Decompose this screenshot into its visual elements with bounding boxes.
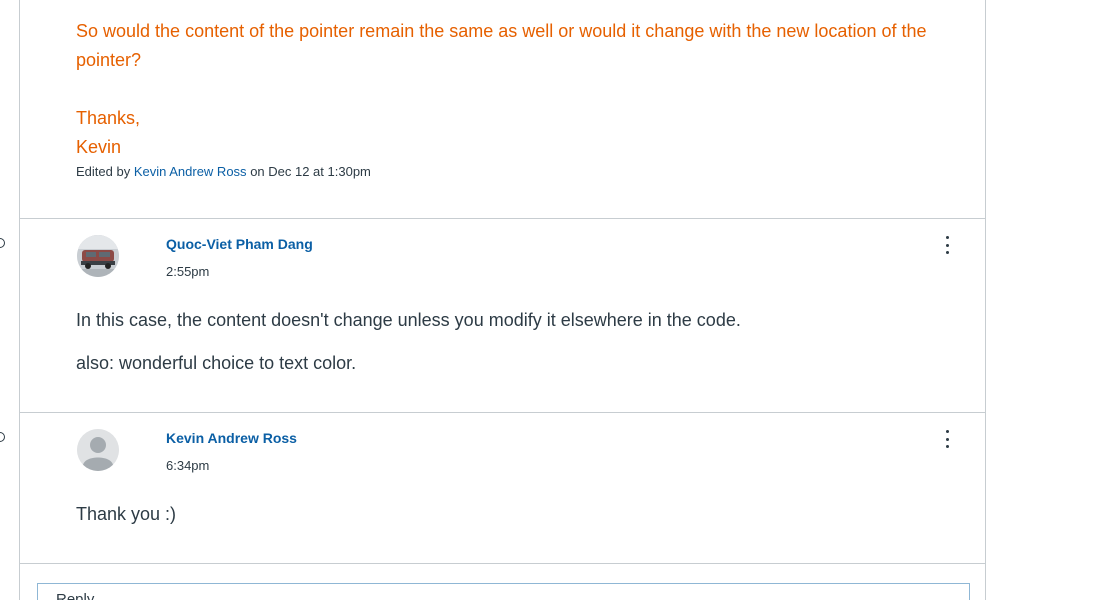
post-body-question: So would the content of the pointer rema… bbox=[76, 21, 927, 70]
avatar[interactable] bbox=[77, 235, 119, 277]
discussion-thread: So would the content of the pointer rema… bbox=[19, 0, 986, 600]
reply-input[interactable]: Reply bbox=[37, 583, 970, 600]
reply-timestamp: 6:34pm bbox=[166, 458, 210, 473]
reply-timestamp: 2:55pm bbox=[166, 264, 210, 279]
edited-suffix: on Dec 12 at 1:30pm bbox=[250, 164, 371, 179]
person-icon bbox=[77, 429, 119, 471]
reply-label: Reply bbox=[56, 591, 95, 600]
user-photo-icon bbox=[77, 235, 119, 277]
discussion-page: So would the content of the pointer rema… bbox=[0, 0, 1095, 600]
reply-author-link[interactable]: Kevin Andrew Ross bbox=[166, 430, 297, 446]
reply-divider bbox=[20, 563, 986, 564]
edited-note: Edited by Kevin Andrew Ross on Dec 12 at… bbox=[76, 164, 371, 179]
reply-divider bbox=[20, 412, 986, 413]
avatar[interactable] bbox=[77, 429, 119, 471]
post-body-signature: Kevin bbox=[76, 137, 122, 157]
thread-toggle-icon[interactable] bbox=[0, 432, 5, 442]
post-body-signoff: Thanks, bbox=[76, 108, 141, 128]
reply-body-paragraph: Thank you :) bbox=[76, 504, 177, 524]
reply-divider bbox=[20, 218, 986, 219]
more-options-icon[interactable] bbox=[941, 234, 953, 256]
thread-toggle-icon[interactable] bbox=[0, 238, 5, 248]
edited-author-link[interactable]: Kevin Andrew Ross bbox=[134, 164, 247, 179]
reply-author-link[interactable]: Quoc-Viet Pham Dang bbox=[166, 236, 313, 252]
reply-body-paragraph: In this case, the content doesn't change… bbox=[76, 310, 741, 330]
edited-prefix: Edited by bbox=[76, 164, 131, 179]
reply-body-paragraph: also: wonderful choice to text color. bbox=[76, 353, 357, 373]
more-options-icon[interactable] bbox=[941, 428, 953, 450]
